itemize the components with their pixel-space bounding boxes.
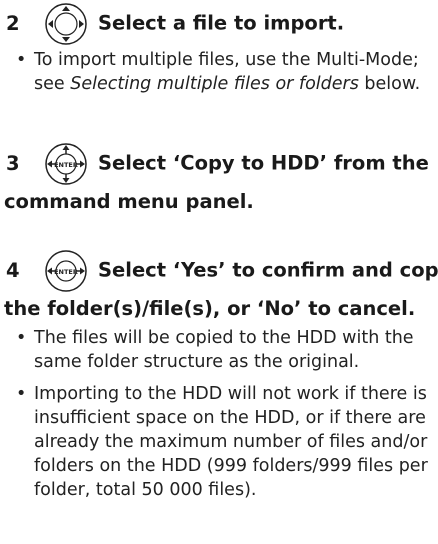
list-item: The files will be copied to the HDD with… xyxy=(6,326,434,374)
step-number: 4 xyxy=(6,258,20,282)
step-4-bullets: The files will be copied to the HDD with… xyxy=(6,326,434,502)
enter-four-arrows-icon: ENTER xyxy=(44,142,88,186)
cross-reference: Selecting multiple files or folders xyxy=(70,74,359,94)
enter-left-right-arrows-icon: ENTER xyxy=(44,249,88,293)
step-4-title: 4 ENTER Select ‘Yes’ to confirm and copy xyxy=(6,249,438,293)
svg-text:ENTER: ENTER xyxy=(54,161,78,169)
step-number: 3 xyxy=(6,151,20,175)
step-4: 4 ENTER Select ‘Yes’ to confirm and copy… xyxy=(4,249,438,510)
step-3-heading-line2: command menu panel. xyxy=(4,190,254,213)
step-4-heading-line1: Select ‘Yes’ to confirm and copy xyxy=(98,258,438,282)
directional-pad-icon xyxy=(44,2,88,46)
step-2-title: 2 Select a file to import. xyxy=(6,2,434,46)
step-3: 3 ENTER Select ‘Copy to HDD’ from the co… xyxy=(4,142,434,217)
step-2-heading: Select a file to import. xyxy=(98,11,345,35)
step-4-heading-line2: the folder(s)/file(s), or ‘No’ to cancel… xyxy=(4,297,416,320)
svg-text:ENTER: ENTER xyxy=(54,268,78,276)
list-item: Importing to the HDD will not work if th… xyxy=(6,382,434,502)
list-item: To import multiple files, use the Multi-… xyxy=(6,48,434,96)
step-3-heading-line1: Select ‘Copy to HDD’ from the xyxy=(98,151,429,175)
step-2-bullets: To import multiple files, use the Multi-… xyxy=(6,48,434,96)
step-2: 2 Select a file to import. To import mul… xyxy=(6,2,434,104)
step-number: 2 xyxy=(6,11,20,35)
step-3-title: 3 ENTER Select ‘Copy to HDD’ from the xyxy=(6,142,434,186)
